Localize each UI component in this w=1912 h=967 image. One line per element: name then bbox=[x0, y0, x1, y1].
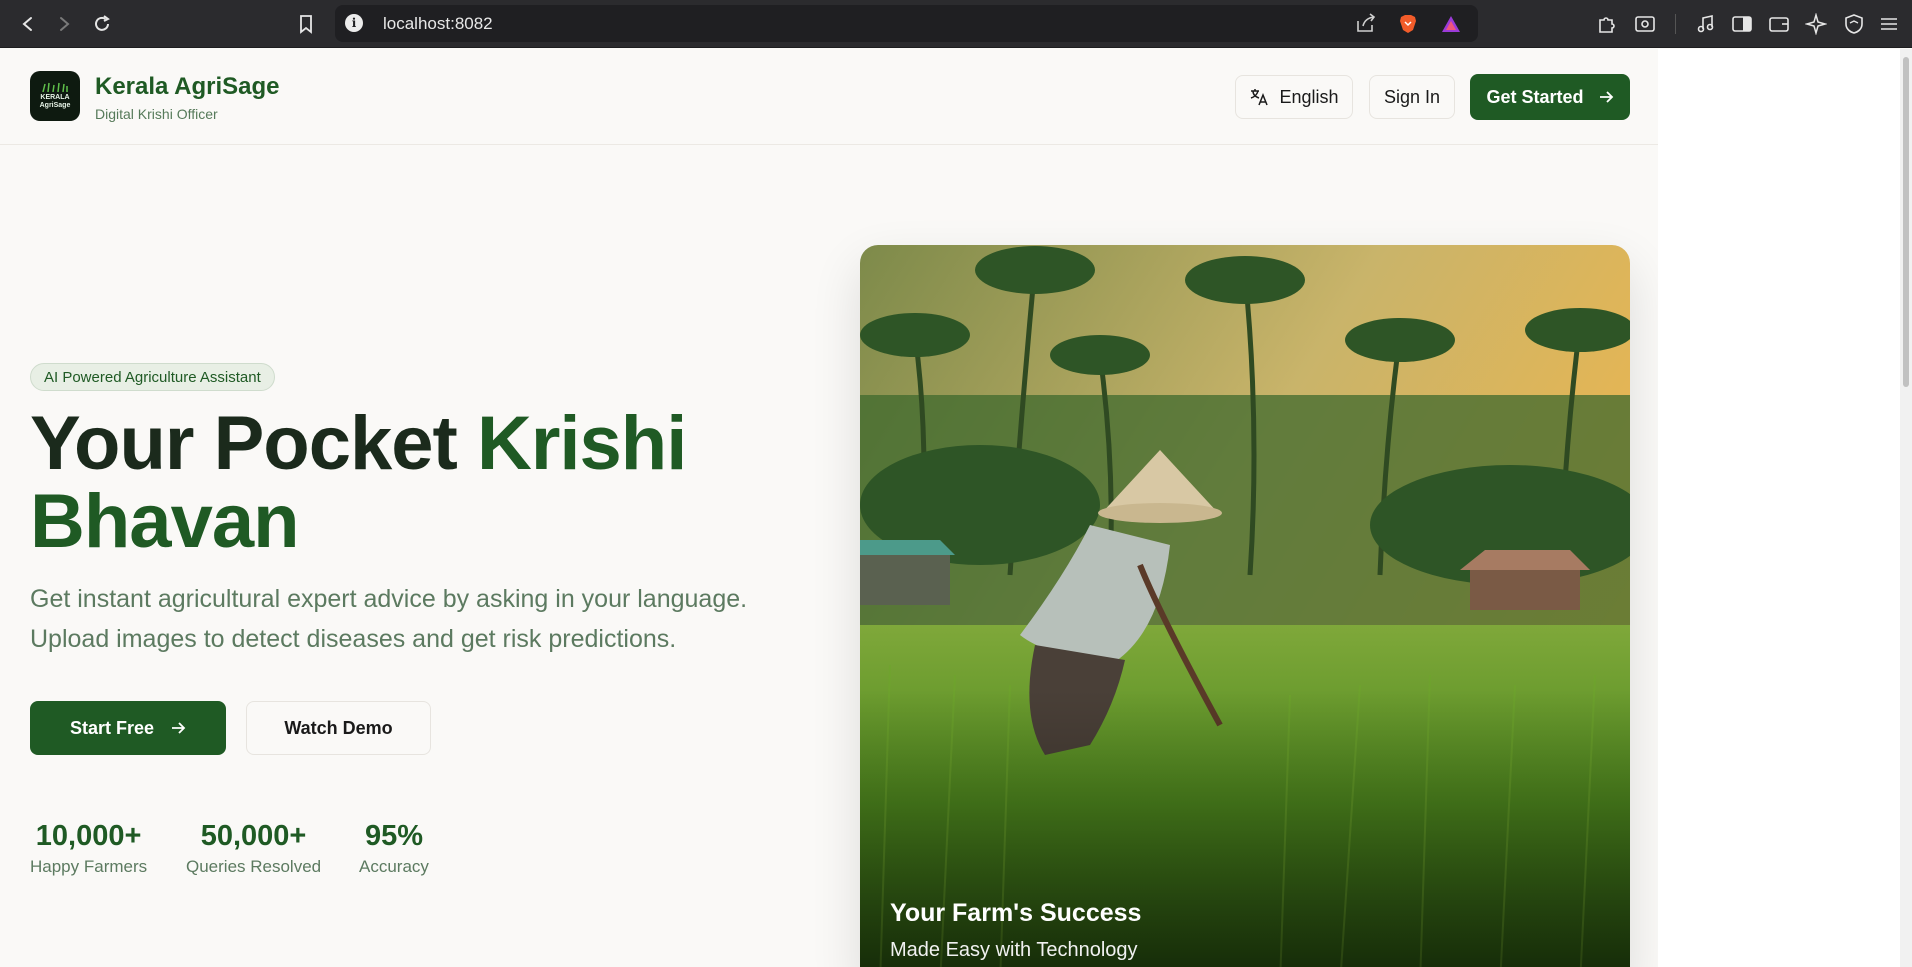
vpn-shield-icon[interactable] bbox=[1841, 11, 1867, 37]
arrow-right-icon bbox=[1599, 91, 1613, 103]
language-button[interactable]: English bbox=[1235, 75, 1353, 119]
translate-icon bbox=[1251, 89, 1269, 106]
image-caption-subtitle: Made Easy with Technology bbox=[890, 939, 1138, 961]
address-bar[interactable]: i localhost:8082 bbox=[335, 5, 1478, 42]
crop-icon bbox=[42, 82, 68, 92]
scrollbar-thumb[interactable] bbox=[1903, 57, 1909, 387]
toolbar-divider bbox=[1675, 14, 1676, 34]
menu-icon[interactable] bbox=[1876, 11, 1902, 37]
watch-demo-button[interactable]: Watch Demo bbox=[246, 701, 431, 755]
stat-label: Happy Farmers bbox=[30, 857, 148, 876]
brand-subtitle: Digital Krishi Officer bbox=[95, 106, 218, 122]
site-header: KERALA AgriSage Kerala AgriSage Digital … bbox=[0, 49, 1658, 145]
headline-part1: Your Pocket bbox=[30, 401, 477, 486]
brand-name[interactable]: Kerala AgriSage bbox=[95, 73, 280, 101]
brave-shields-icon[interactable] bbox=[1397, 13, 1419, 40]
share-icon[interactable] bbox=[1355, 13, 1377, 38]
get-started-label: Get Started bbox=[1486, 86, 1584, 107]
start-free-label: Start Free bbox=[69, 717, 155, 738]
leo-ai-icon[interactable] bbox=[1803, 11, 1829, 37]
stat-value: 95% bbox=[364, 820, 423, 852]
page-margin bbox=[1658, 49, 1900, 967]
language-label: English bbox=[1279, 86, 1339, 107]
image-caption-title: Your Farm's Success bbox=[890, 899, 1142, 927]
logo-text-line2: AgriSage bbox=[39, 102, 71, 109]
search-page-icon[interactable] bbox=[1632, 11, 1658, 37]
hero-badge: AI Powered Agriculture Assistant bbox=[30, 363, 275, 391]
brand-logo[interactable]: KERALA AgriSage bbox=[30, 71, 80, 121]
stat-value: 10,000+ bbox=[35, 820, 142, 852]
stat-farmers: 10,000+ Happy Farmers bbox=[30, 819, 147, 877]
hero-image: Your Farm's Success Made Easy with Techn… bbox=[860, 245, 1630, 967]
get-started-button[interactable]: Get Started bbox=[1470, 74, 1630, 120]
page-scrollbar[interactable] bbox=[1900, 49, 1912, 967]
stat-queries: 50,000+ Queries Resolved bbox=[186, 819, 321, 877]
rewards-icon[interactable] bbox=[1440, 14, 1462, 39]
puzzle-icon[interactable] bbox=[1594, 11, 1620, 37]
music-icon[interactable] bbox=[1693, 11, 1719, 37]
wallet-icon[interactable] bbox=[1766, 11, 1792, 37]
sign-in-button[interactable]: Sign In bbox=[1369, 75, 1455, 119]
arrow-right-icon bbox=[172, 722, 186, 734]
farmer-field-illustration bbox=[860, 245, 1630, 967]
forward-icon[interactable] bbox=[50, 10, 78, 38]
page-content: KERALA AgriSage Kerala AgriSage Digital … bbox=[0, 49, 1658, 967]
stat-value: 50,000+ bbox=[200, 820, 307, 852]
reload-icon[interactable] bbox=[88, 10, 116, 38]
url-text[interactable]: localhost:8082 bbox=[383, 14, 493, 34]
logo-text-line1: KERALA bbox=[40, 94, 70, 101]
stat-accuracy: 95% Accuracy bbox=[359, 819, 429, 877]
browser-toolbar: i localhost:8082 bbox=[0, 0, 1912, 48]
sidebar-icon[interactable] bbox=[1729, 11, 1755, 37]
stat-label: Accuracy bbox=[359, 857, 429, 876]
hero-description: Get instant agricultural expert advice b… bbox=[30, 585, 748, 653]
start-free-button[interactable]: Start Free bbox=[30, 701, 226, 755]
back-icon[interactable] bbox=[14, 10, 42, 38]
site-info-icon[interactable]: i bbox=[345, 14, 363, 32]
bookmark-icon[interactable] bbox=[292, 10, 320, 38]
stat-label: Queries Resolved bbox=[186, 857, 322, 876]
hero-headline: Your Pocket Krishi Bhavan bbox=[30, 405, 810, 561]
